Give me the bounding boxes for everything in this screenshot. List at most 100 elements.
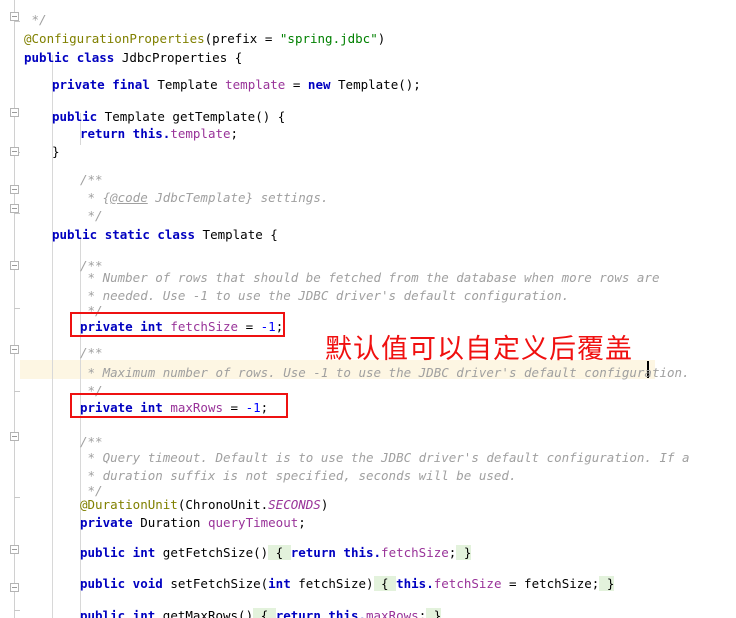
token-annotation: @DurationUnit: [80, 497, 178, 512]
token-punct: =: [238, 319, 261, 334]
token-field: maxRows: [162, 400, 224, 415]
code-line[interactable]: }: [52, 142, 60, 161]
token-comment: */: [24, 12, 47, 27]
token-keyword: static: [104, 227, 150, 242]
token-comment: JdbcTemplate} settings.: [147, 190, 329, 205]
token-constant: SECONDS: [268, 497, 321, 512]
code-line[interactable]: * needed. Use -1 to use the JDBC driver'…: [80, 286, 570, 305]
token-keyword: this.: [396, 576, 434, 591]
token-field: template: [225, 77, 286, 92]
token-keyword: class: [157, 227, 196, 242]
token-keyword: int: [125, 545, 156, 560]
token-comment: * duration suffix is not specified, seco…: [80, 468, 517, 483]
token-punct: ;: [275, 319, 284, 334]
token-keyword: void: [125, 576, 163, 591]
token-keyword: this.: [125, 126, 171, 141]
token-keyword: class: [76, 50, 115, 65]
token-comment: * Number of rows that should be fetched …: [80, 270, 660, 285]
token-keyword: return: [275, 608, 321, 618]
code-line[interactable]: */: [24, 10, 47, 29]
token-keyword: int: [125, 608, 156, 618]
token-keyword: return: [80, 126, 126, 141]
token-keyword: public: [52, 227, 98, 242]
token-field: template: [170, 126, 231, 141]
token-type: (ChronoUnit.: [177, 497, 269, 512]
code-line[interactable]: /**: [80, 170, 103, 189]
token-punct: ;: [298, 515, 306, 530]
code-line-fetchsize[interactable]: private int fetchSize = -1;: [80, 317, 283, 336]
token-keyword: public: [80, 545, 126, 560]
token-javadoc-tag[interactable]: @code: [110, 190, 148, 205]
token-field: fetchSize: [381, 545, 449, 560]
token-type: Template: [157, 77, 226, 92]
token-type: Duration: [132, 515, 208, 530]
code-line[interactable]: * Number of rows that should be fetched …: [80, 268, 660, 287]
code-editor[interactable]: */ @ConfigurationProperties(prefix = "sp…: [0, 0, 736, 618]
token-comment: * Query timeout. Default is to use the J…: [80, 450, 690, 465]
code-line[interactable]: * {@code JdbcTemplate} settings.: [80, 188, 329, 207]
token-field: fetchSize: [162, 319, 239, 334]
token-punct: ;: [230, 126, 239, 141]
token-keyword: public: [52, 109, 98, 124]
token-keyword: private: [80, 515, 133, 530]
token-comment: */: [80, 303, 103, 318]
code-text-area[interactable]: */ @ConfigurationProperties(prefix = "sp…: [0, 0, 736, 618]
token-punct: =: [223, 400, 246, 415]
code-line[interactable]: public void setFetchSize(int fetchSize) …: [80, 574, 615, 593]
token-punct: =: [285, 77, 308, 92]
token-keyword: private: [52, 77, 105, 92]
token-brace-match: {: [373, 576, 397, 591]
token-comment: */: [80, 208, 103, 223]
token-type: Template getTemplate() {: [97, 109, 286, 124]
token-brace-match: }: [599, 576, 615, 591]
token-number: -1: [260, 319, 276, 334]
token-type: Template();: [330, 77, 421, 92]
code-line[interactable]: public class JdbcProperties {: [24, 48, 242, 67]
token-brace-match: }: [456, 545, 472, 560]
code-line-maxrows[interactable]: private int maxRows = -1;: [80, 398, 268, 417]
token-punct: ): [377, 31, 386, 46]
token-comment: /**: [80, 172, 103, 187]
token-comment: */: [80, 383, 103, 398]
token-method: getFetchSize(): [155, 545, 269, 560]
token-field: fetchSize: [433, 576, 502, 591]
code-line[interactable]: @DurationUnit(ChronoUnit.SECONDS): [80, 495, 328, 514]
code-line[interactable]: public static class Template {: [52, 225, 278, 244]
token-keyword: return: [290, 545, 336, 560]
token-keyword: private: [80, 319, 133, 334]
token-string: "spring.jdbc": [279, 31, 378, 46]
token-keyword: public: [80, 576, 126, 591]
token-comment: /**: [80, 434, 103, 449]
code-line[interactable]: private Duration queryTimeout;: [80, 513, 306, 532]
token-keyword: public: [80, 608, 126, 618]
token-keyword: private: [80, 400, 133, 415]
token-keyword: int: [268, 576, 291, 591]
token-keyword: int: [140, 319, 163, 334]
token-method: setFetchSize(: [162, 576, 269, 591]
token-field: maxRows: [366, 608, 419, 618]
code-line[interactable]: /**: [80, 343, 103, 362]
code-line[interactable]: */: [80, 206, 103, 225]
token-type: Template {: [202, 227, 278, 242]
code-line[interactable]: return this.template;: [80, 124, 238, 143]
code-line[interactable]: public int getFetchSize() { return this.…: [80, 543, 472, 562]
token-punct: (prefix =: [204, 31, 280, 46]
code-line[interactable]: @ConfigurationProperties(prefix = "sprin…: [24, 29, 385, 48]
token-comment: * needed. Use -1 to use the JDBC driver'…: [80, 288, 570, 303]
token-keyword: new: [307, 77, 331, 92]
token-comment: * {: [80, 190, 111, 205]
token-keyword: int: [140, 400, 163, 415]
token-field: queryTimeout: [207, 515, 299, 530]
token-comment: /**: [80, 345, 103, 360]
token-type: JdbcProperties {: [121, 50, 243, 65]
code-line[interactable]: * duration suffix is not specified, seco…: [80, 466, 517, 485]
token-annotation: @ConfigurationProperties: [24, 31, 205, 46]
code-line[interactable]: public int getMaxRows() { return this.ma…: [80, 606, 442, 618]
code-line[interactable]: * Query timeout. Default is to use the J…: [80, 448, 690, 467]
token-keyword: public: [24, 50, 70, 65]
token-punct: = fetchSize;: [501, 576, 600, 591]
token-brace-match: {: [253, 608, 276, 618]
token-comment: * Maximum number of rows. Use -1 to use …: [80, 365, 690, 380]
code-line[interactable]: private final Template template = new Te…: [52, 75, 421, 94]
token-punct: ): [320, 497, 329, 512]
